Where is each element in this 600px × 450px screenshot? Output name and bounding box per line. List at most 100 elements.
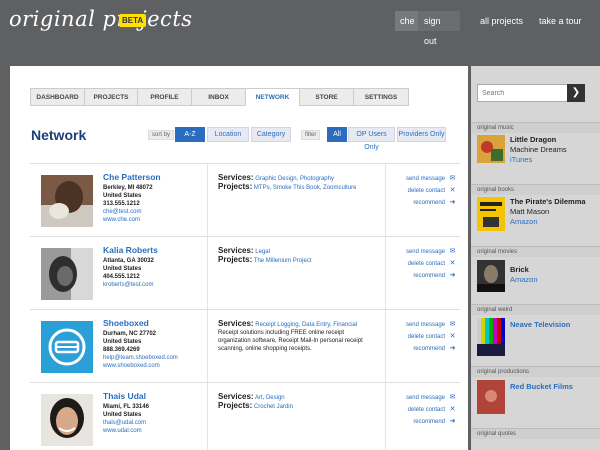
sort-by-label: sort by [148,130,175,140]
sort-a-z-button[interactable]: A-Z [175,127,205,142]
contact-details: Services: Graphic Design, Photography Pr… [218,174,378,192]
contact-info: Miami, FL 33146 United States thais@udal… [103,403,149,435]
take-tour-link[interactable]: take a tour [539,11,582,31]
tab-network[interactable]: NETWORK [245,88,299,106]
contact-website[interactable]: www.shoeboxed.com [103,362,178,370]
sort-location-button[interactable]: Location [207,127,249,142]
delete-contact-link[interactable]: delete contact ✕ [386,404,459,416]
search-input[interactable] [478,85,568,101]
logo[interactable]: original projects [9,7,193,31]
delete-contact-link[interactable]: delete contact ✕ [386,258,459,270]
movie-poster [477,260,505,292]
book-cover [477,197,505,231]
envelope-icon: ✉ [449,321,456,328]
tab-profile[interactable]: PROFILE [137,88,191,106]
contact-details: Services: Legal Projects: The Millenium … [218,247,378,265]
recommend-link[interactable]: recommend ➜ [386,197,459,209]
sign-out-link[interactable]: sign out [418,11,460,46]
contact-photo [41,248,93,300]
contact-photo [41,175,93,227]
contact-name[interactable]: Thais Udal [103,391,146,401]
sidebar-weird: original weird Neave Television [471,304,600,366]
sidebar-productions: original productions Red Bucket Films [471,366,600,428]
book-link[interactable]: Amazon [510,217,538,227]
envelope-icon: ✉ [449,175,456,182]
contact-actions: send message ✉ delete contact ✕ recommend ➜ [386,319,459,355]
services-label: Services: [218,319,254,328]
contact-row: Thais Udal Miami, FL 33146 United States… [30,383,460,450]
projects-value[interactable]: MTPs, Smoke This Book, Zoomculture [254,185,357,191]
contact-country: United States [103,339,142,345]
contact-location: Atlanta, GA 30032 [103,258,154,264]
recommend-link[interactable]: recommend ➜ [386,270,459,282]
book-title: The Pirate's Dilemma [510,197,586,206]
movie-link[interactable]: Amazon [510,275,538,285]
arrow-right-icon: ➜ [449,345,456,352]
sort-category-button[interactable]: Category [251,127,291,142]
contact-phone: 888.369.4269 [103,347,140,353]
contact-phone: 313.555.1212 [103,201,140,207]
tab-store[interactable]: STORE [299,88,353,106]
send-message-link[interactable]: send message ✉ [386,392,459,404]
filter-providers-button[interactable]: Providers Only [397,127,446,142]
tab-inbox[interactable]: INBOX [191,88,245,106]
tab-projects[interactable]: PROJECTS [84,88,137,106]
tab-settings[interactable]: SETTINGS [353,88,409,106]
filter-label: filter [301,130,321,140]
search-button[interactable]: ❯ [567,84,585,102]
production-link[interactable]: Red Bucket Films [510,382,573,392]
delete-contact-link[interactable]: delete contact ✕ [386,331,459,343]
music-album: Machine Dreams [510,145,567,154]
contact-name[interactable]: Shoeboxed [103,318,149,328]
services-value[interactable]: Art, Design [255,395,285,401]
album-cover [477,135,505,163]
services-label: Services: [218,392,254,401]
tab-dashboard[interactable]: DASHBOARD [30,88,84,106]
contact-row: Che Patterson Berkley, MI 48072 United S… [30,164,460,237]
tab-bar: DASHBOARD PROJECTS PROFILE INBOX NETWORK… [30,88,409,106]
contact-details: Services: Receipt Logging, Data Entry, F… [218,320,378,353]
tv-test-pattern [477,318,505,356]
arrow-right-icon: ➜ [449,418,456,425]
contact-email[interactable]: che@test.com [103,208,153,216]
contact-photo [41,394,93,446]
filter-all-button[interactable]: All [327,127,347,142]
delete-contact-link[interactable]: delete contact ✕ [386,185,459,197]
send-message-link[interactable]: send message ✉ [386,319,459,331]
contact-email[interactable]: thais@udal.com [103,419,149,427]
contact-email[interactable]: kroberts@test.com [103,281,154,289]
contact-website[interactable]: www.udal.com [103,427,149,435]
services-value[interactable]: Receipt Logging, Data Entry, Financial [255,322,357,328]
contact-name[interactable]: Kalia Roberts [103,245,158,255]
contact-name[interactable]: Che Patterson [103,172,161,182]
filter-op-users-button[interactable]: OP Users Only [348,127,395,151]
book-author: Matt Mason [510,207,550,216]
recommend-link[interactable]: recommend ➜ [386,416,459,428]
services-label: Services: [218,246,254,255]
recommend-link[interactable]: recommend ➜ [386,343,459,355]
services-value[interactable]: Legal [255,249,270,255]
services-value[interactable]: Graphic Design, Photography [255,176,334,182]
send-message-link[interactable]: send message ✉ [386,246,459,258]
all-projects-link[interactable]: all projects [480,11,523,31]
projects-value[interactable]: The Millenium Project [254,258,312,264]
contact-website[interactable]: www.che.com [103,216,153,224]
user-menu[interactable]: che [395,11,420,31]
contact-email[interactable]: help@team.shoeboxed.com [103,354,178,362]
weird-link[interactable]: Neave Television [510,320,570,330]
projects-value[interactable]: Crochet Jardin [254,404,293,410]
close-icon: ✕ [449,260,456,267]
projects-label: Projects: [218,182,253,191]
music-link[interactable]: iTunes [510,155,532,165]
send-message-link[interactable]: send message ✉ [386,173,459,185]
section-heading: original weird [471,304,600,315]
arrow-right-icon: ❯ [571,87,581,98]
sidebar-music: original music Little Dragon Machine Dre… [471,122,600,184]
projects-label: Projects: [218,401,253,410]
main-panel: DASHBOARD PROJECTS PROFILE INBOX NETWORK… [10,66,468,450]
contact-phone: 404.555.1212 [103,274,140,280]
projects-label: Projects: [218,255,253,264]
contact-actions: send message ✉ delete contact ✕ recommend ➜ [386,173,459,209]
contact-info: Berkley, MI 48072 United States 313.555.… [103,184,153,224]
page-title: Network [31,127,87,143]
